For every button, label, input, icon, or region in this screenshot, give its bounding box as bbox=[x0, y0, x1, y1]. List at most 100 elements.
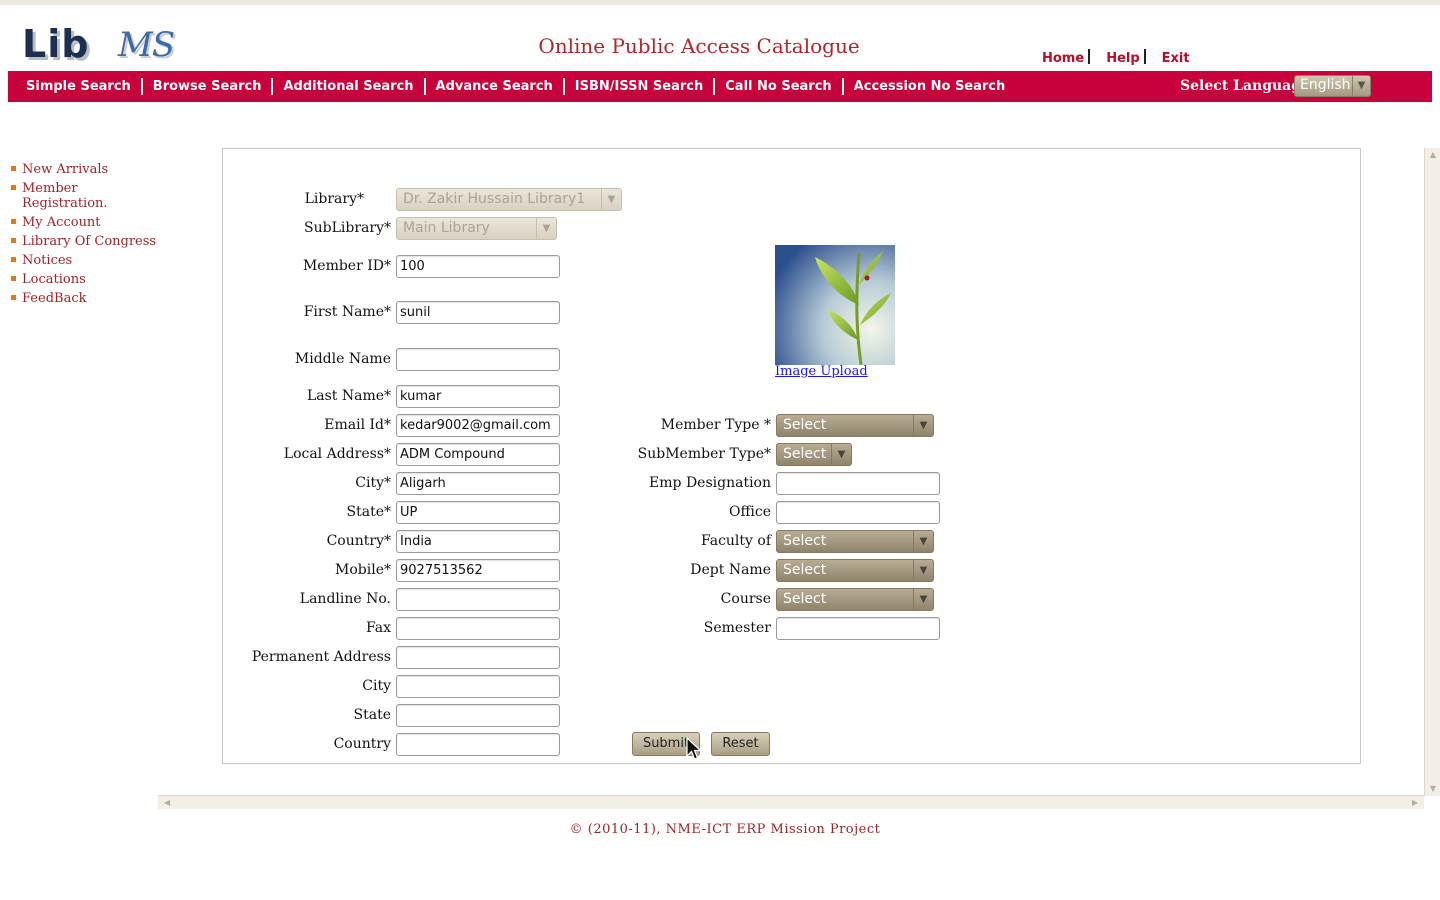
submember-type-select[interactable]: Select ▼ bbox=[776, 443, 852, 466]
sidebar-item-my-account: My Account bbox=[11, 215, 161, 230]
menu-call-no-search[interactable]: Call No Search bbox=[715, 78, 844, 95]
horizontal-scrollbar[interactable]: ◀ ▶ bbox=[158, 795, 1424, 809]
chevron-down-icon: ▼ bbox=[831, 444, 851, 465]
permanent-address-input[interactable] bbox=[396, 646, 560, 669]
sidebar-link-feedback[interactable]: FeedBack bbox=[22, 291, 86, 306]
bullet-icon bbox=[11, 295, 16, 300]
sidebar-item-notices: Notices bbox=[11, 253, 161, 268]
landline-input[interactable] bbox=[396, 588, 560, 611]
sidebar-link-member-registration[interactable]: Member Registration. bbox=[11, 181, 111, 211]
permanent-country-input[interactable] bbox=[396, 733, 560, 756]
image-upload-link[interactable]: Image Upload bbox=[775, 364, 868, 379]
course-select[interactable]: Select ▼ bbox=[776, 588, 934, 611]
sublibrary-label: SubLibrary* bbox=[304, 220, 391, 236]
faculty-label: Faculty of bbox=[700, 533, 771, 549]
city-label: City* bbox=[355, 475, 391, 491]
member-photo bbox=[775, 245, 895, 365]
chevron-down-icon: ▼ bbox=[913, 560, 933, 581]
menu-isbn-issn-search[interactable]: ISBN/ISSN Search bbox=[565, 78, 716, 95]
dept-name-label: Dept Name bbox=[690, 562, 771, 578]
member-type-label: Member Type * bbox=[660, 417, 771, 433]
sidebar-link-new-arrivals[interactable]: New Arrivals bbox=[22, 162, 108, 177]
sidebar-link-library-of-congress[interactable]: Library Of Congress bbox=[22, 234, 156, 249]
divider bbox=[1143, 49, 1146, 64]
scroll-left-icon[interactable]: ◀ bbox=[160, 796, 174, 810]
bullet-icon bbox=[11, 276, 16, 281]
scroll-down-icon[interactable]: ▼ bbox=[1425, 782, 1440, 796]
local-address-label: Local Address* bbox=[283, 446, 391, 462]
select-language-label: Select Language bbox=[1180, 78, 1310, 94]
course-label: Course bbox=[720, 591, 771, 607]
sidebar-item-new-arrivals: New Arrivals bbox=[11, 162, 161, 177]
sidebar-item-feedback: FeedBack bbox=[11, 291, 161, 306]
sidebar-item-member-registration: Member Registration. bbox=[11, 181, 161, 211]
chevron-down-icon: ▼ bbox=[913, 589, 933, 610]
reset-button[interactable]: Reset bbox=[711, 732, 770, 756]
middle-name-label: Middle Name bbox=[294, 351, 391, 367]
menu-advance-search[interactable]: Advance Search bbox=[426, 78, 565, 95]
sidebar: New Arrivals Member Registration. My Acc… bbox=[11, 162, 161, 310]
member-type-select-value: Select bbox=[783, 417, 827, 433]
permanent-state-input[interactable] bbox=[396, 704, 560, 727]
menu-simple-search[interactable]: Simple Search bbox=[22, 78, 143, 95]
top-strip bbox=[0, 0, 1440, 5]
leaf-image bbox=[775, 245, 895, 365]
top-links: Home Help Exit bbox=[1042, 49, 1190, 66]
member-id-input[interactable] bbox=[396, 255, 560, 278]
menu-browse-search[interactable]: Browse Search bbox=[143, 78, 274, 95]
permanent-country-label: Country bbox=[333, 736, 391, 752]
fax-input[interactable] bbox=[396, 617, 560, 640]
permanent-city-input[interactable] bbox=[396, 675, 560, 698]
home-link[interactable]: Home bbox=[1042, 51, 1084, 66]
faculty-select[interactable]: Select ▼ bbox=[776, 530, 934, 553]
help-link[interactable]: Help bbox=[1106, 51, 1139, 66]
permanent-state-label: State bbox=[353, 707, 391, 723]
state-input[interactable] bbox=[396, 501, 560, 524]
emp-designation-input[interactable] bbox=[776, 472, 940, 495]
sublibrary-select-value: Main Library bbox=[403, 220, 490, 236]
first-name-label: First Name* bbox=[303, 304, 391, 320]
bullet-icon bbox=[11, 238, 16, 243]
member-id-label: Member ID* bbox=[302, 258, 391, 274]
semester-input[interactable] bbox=[776, 617, 940, 640]
chevron-down-icon: ▼ bbox=[913, 531, 933, 552]
local-address-input[interactable] bbox=[396, 443, 560, 466]
dept-name-select-value: Select bbox=[783, 562, 827, 578]
sidebar-link-notices[interactable]: Notices bbox=[22, 253, 72, 268]
semester-label: Semester bbox=[703, 620, 771, 636]
member-type-select[interactable]: Select ▼ bbox=[776, 414, 934, 437]
language-select[interactable]: English ▼ bbox=[1294, 75, 1371, 97]
last-name-label: Last Name* bbox=[306, 388, 391, 404]
emp-designation-label: Emp Designation bbox=[649, 475, 771, 491]
vertical-scrollbar[interactable]: ▲ ▼ bbox=[1424, 148, 1440, 796]
footer-copyright: © (2010-11), NME-ICT ERP Mission Project bbox=[569, 822, 881, 837]
country-label: Country* bbox=[326, 533, 391, 549]
menu-accession-no-search[interactable]: Accession No Search bbox=[844, 78, 1016, 95]
menu-additional-search[interactable]: Additional Search bbox=[273, 78, 426, 95]
fax-label: Fax bbox=[365, 620, 391, 636]
middle-name-input[interactable] bbox=[396, 348, 560, 371]
sublibrary-select: Main Library ▼ bbox=[396, 217, 557, 240]
sidebar-link-locations[interactable]: Locations bbox=[22, 272, 86, 287]
sidebar-link-my-account[interactable]: My Account bbox=[22, 215, 101, 230]
dept-name-select[interactable]: Select ▼ bbox=[776, 559, 934, 582]
first-name-input[interactable] bbox=[396, 301, 560, 324]
country-input[interactable] bbox=[396, 530, 560, 553]
language-select-value: English bbox=[1300, 77, 1351, 93]
scroll-right-icon[interactable]: ▶ bbox=[1408, 796, 1422, 810]
bullet-icon bbox=[11, 185, 16, 190]
chevron-down-icon: ▼ bbox=[913, 415, 933, 436]
divider bbox=[1088, 49, 1091, 64]
mobile-input[interactable] bbox=[396, 559, 560, 582]
exit-link[interactable]: Exit bbox=[1162, 51, 1190, 66]
email-field[interactable] bbox=[396, 414, 560, 437]
faculty-select-value: Select bbox=[783, 533, 827, 549]
chevron-down-icon: ▼ bbox=[536, 218, 556, 239]
library-label: Library* bbox=[304, 191, 364, 207]
course-select-value: Select bbox=[783, 591, 827, 607]
mouse-cursor-icon bbox=[686, 737, 702, 760]
last-name-input[interactable] bbox=[396, 385, 560, 408]
scroll-up-icon[interactable]: ▲ bbox=[1425, 148, 1440, 162]
city-input[interactable] bbox=[396, 472, 560, 495]
office-input[interactable] bbox=[776, 501, 940, 524]
